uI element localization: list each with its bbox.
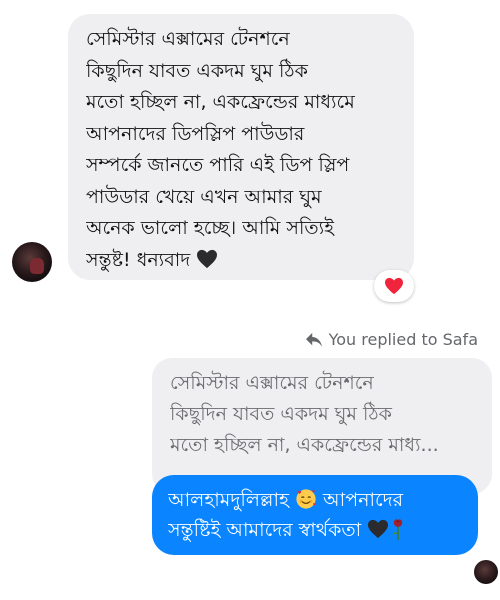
reply-indicator-text: You replied to Safa — [328, 330, 478, 349]
red-heart-icon — [385, 277, 403, 295]
black-heart-icon — [368, 519, 389, 539]
message-reaction[interactable] — [374, 270, 414, 302]
message-line-text: সন্তুষ্ট! ধন্যবাদ — [86, 248, 191, 271]
message-line: সম্পর্কে জানতে পারি এই ডিপ স্লিপ — [86, 154, 350, 176]
read-receipt-avatar — [474, 560, 498, 584]
quoted-message-bubble[interactable]: সেমিস্টার এক্সামের টেনশনে কিছুদিন যাবত এ… — [152, 358, 492, 494]
message-line: অনেক ভালো হচ্ছে। আমি সত্যিই — [86, 217, 335, 239]
message-line: কিছুদিন যাবত একদম ঘুম ঠিক — [86, 59, 308, 82]
message-line-last: সন্তুষ্ট! ধন্যবাদ — [86, 245, 400, 277]
smiling-face-with-hearts-icon — [296, 489, 316, 509]
message-line: পাউডার খেয়ে এখন আমার ঘুম — [86, 185, 322, 208]
message-line: আপনাদের ডিপস্লিপ পাউডার — [86, 122, 305, 145]
quoted-line: সেমিস্টার এক্সামের টেনশনে — [170, 372, 374, 394]
outgoing-message-bubble[interactable]: আলহামদুলিল্লাহ আপনাদের সন্তুষ্টিই আমাদের… — [152, 475, 478, 555]
outgoing-text: সন্তুষ্টিই আমাদের স্বার্থকতা — [168, 519, 368, 541]
message-line: সেমিস্টার এক্সামের টেনশনে — [86, 28, 290, 50]
incoming-message-bubble[interactable]: সেমিস্টার এক্সামের টেনশনে কিছুদিন যাবত এ… — [68, 14, 414, 280]
outgoing-line: সন্তুষ্টিই আমাদের স্বার্থকতা — [168, 515, 468, 545]
quoted-line: কিছুদিন যাবত একদম ঘুম ঠিক — [170, 403, 392, 425]
outgoing-text: আলহামদুলিল্লাহ — [168, 489, 289, 511]
black-heart-icon — [197, 249, 218, 268]
outgoing-text: আপনাদের — [317, 489, 404, 511]
quoted-line: মতো হচ্ছিল না, একফ্রেন্ডের মাধ্য... — [170, 434, 439, 456]
message-line: মতো হচ্ছিল না, একফ্রেন্ডের মাধ্যমে — [86, 91, 355, 113]
reply-arrow-icon — [305, 332, 322, 347]
outgoing-line: আলহামদুলিল্লাহ আপনাদের — [168, 485, 468, 515]
wilted-rose-icon — [393, 519, 403, 540]
sender-avatar[interactable] — [12, 242, 52, 282]
reply-indicator: You replied to Safa — [305, 330, 478, 349]
